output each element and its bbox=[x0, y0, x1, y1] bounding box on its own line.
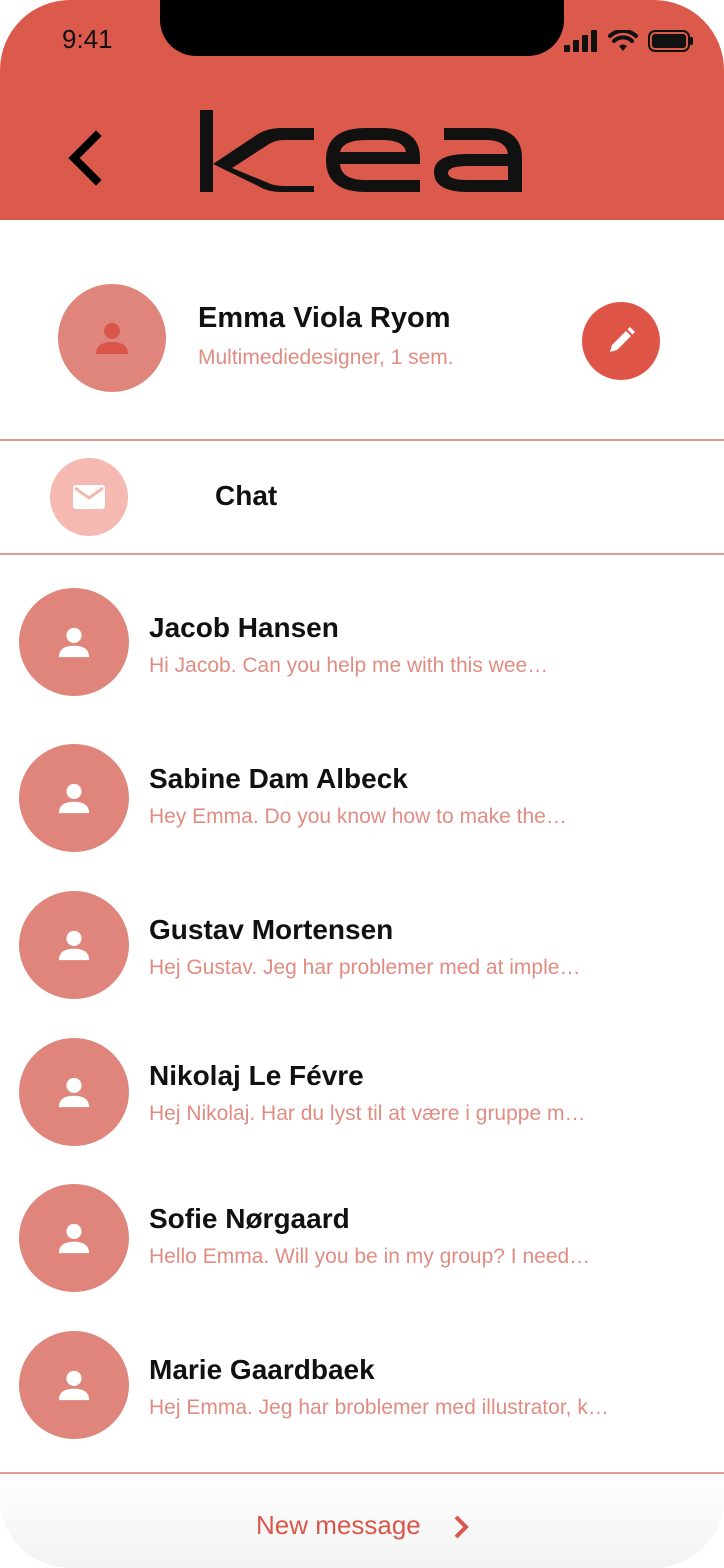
conversation-name: Gustav Mortensen bbox=[149, 914, 394, 945]
new-message-button[interactable]: New message bbox=[256, 1510, 421, 1541]
profile-card: Emma Viola Ryom Multimediedesigner, 1 se… bbox=[0, 220, 724, 440]
divider bbox=[0, 439, 724, 441]
conversation-item[interactable]: Gustav Mortensen Hej Gustav. Jeg har pro… bbox=[0, 888, 724, 1018]
wifi-icon bbox=[608, 30, 638, 51]
status-time: 9:41 bbox=[62, 24, 113, 54]
avatar bbox=[19, 1038, 129, 1146]
avatar bbox=[19, 744, 129, 852]
user-icon bbox=[96, 323, 128, 354]
conversation-item[interactable]: Jacob Hansen Hi Jacob. Can you help me w… bbox=[0, 586, 724, 716]
edit-profile-button[interactable] bbox=[582, 302, 660, 380]
conversation-preview: Hej Gustav. Jeg har problemer med at imp… bbox=[149, 956, 581, 979]
user-icon bbox=[58, 1077, 90, 1108]
avatar bbox=[19, 588, 129, 696]
conversation-name: Sofie Nørgaard bbox=[149, 1203, 350, 1234]
conversation-item[interactable]: Marie Gaardbaek Hej Emma. Jeg har broble… bbox=[0, 1330, 724, 1460]
chevron-right-icon[interactable] bbox=[452, 1514, 470, 1540]
user-icon bbox=[58, 930, 90, 961]
avatar bbox=[19, 1331, 129, 1439]
divider bbox=[0, 553, 724, 555]
profile-name: Emma Viola Ryom bbox=[198, 302, 451, 334]
conversation-preview: Hello Emma. Will you be in my group? I n… bbox=[149, 1245, 591, 1268]
pencil-icon bbox=[610, 327, 635, 352]
kea-logo bbox=[200, 110, 522, 192]
conversation-preview: Hey Emma. Do you know how to make the… bbox=[149, 805, 567, 828]
phone-screen: 9:41 Emma Viola Ryom Multimediedesigner,… bbox=[0, 0, 724, 1568]
chat-icon-badge bbox=[50, 458, 128, 536]
user-icon bbox=[58, 1370, 90, 1401]
chat-section-header: Chat bbox=[0, 442, 724, 552]
mail-icon bbox=[73, 485, 105, 509]
chat-section-title: Chat bbox=[215, 480, 278, 511]
profile-subtitle: Multimediedesigner, 1 sem. bbox=[198, 346, 454, 369]
conversation-preview: Hej Nikolaj. Har du lyst til at være i g… bbox=[149, 1102, 586, 1125]
status-icons bbox=[564, 30, 694, 52]
conversation-name: Nikolaj Le Févre bbox=[149, 1060, 364, 1091]
conversation-preview: Hej Emma. Jeg har broblemer med illustra… bbox=[149, 1396, 609, 1419]
conversation-name: Jacob Hansen bbox=[149, 612, 339, 643]
device-notch bbox=[160, 0, 564, 56]
app-header: 9:41 bbox=[0, 0, 724, 220]
user-icon bbox=[58, 627, 90, 658]
footer-bar: New message bbox=[0, 1472, 724, 1568]
conversation-name: Sabine Dam Albeck bbox=[149, 763, 408, 794]
conversation-item[interactable]: Sabine Dam Albeck Hey Emma. Do you know … bbox=[0, 740, 724, 870]
battery-icon bbox=[648, 30, 693, 52]
signal-icon bbox=[564, 30, 597, 52]
avatar bbox=[19, 1184, 129, 1292]
avatar[interactable] bbox=[58, 284, 166, 392]
back-button[interactable] bbox=[60, 126, 110, 190]
conversation-preview: Hi Jacob. Can you help me with this wee… bbox=[149, 654, 549, 677]
chevron-left-icon bbox=[68, 130, 102, 186]
user-icon bbox=[58, 1223, 90, 1254]
conversation-item[interactable]: Sofie Nørgaard Hello Emma. Will you be i… bbox=[0, 1180, 724, 1310]
conversation-item[interactable]: Nikolaj Le Févre Hej Nikolaj. Har du lys… bbox=[0, 1034, 724, 1164]
avatar bbox=[19, 891, 129, 999]
user-icon bbox=[58, 783, 90, 814]
conversation-name: Marie Gaardbaek bbox=[149, 1354, 375, 1385]
